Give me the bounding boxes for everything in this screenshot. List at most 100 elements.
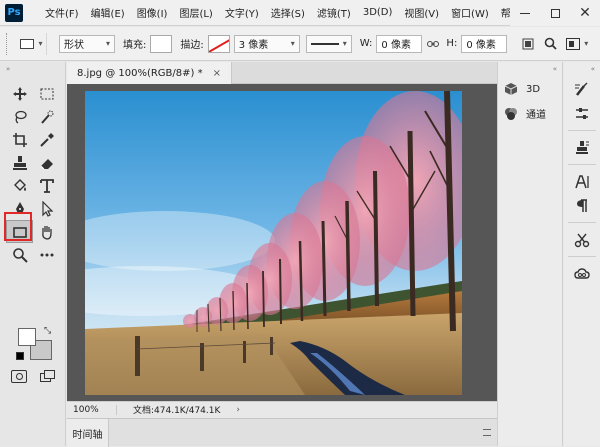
collapse-arrows-icon[interactable]: « <box>591 65 595 73</box>
close-window-button[interactable]: ✕ <box>570 0 600 26</box>
document-info: 文档:474.1K/474.1K <box>133 406 221 416</box>
channels-icon <box>505 107 517 120</box>
quick-mask-button[interactable] <box>11 370 27 383</box>
zoom-level[interactable]: 100% <box>67 404 117 415</box>
marquee-tool[interactable] <box>33 82 60 105</box>
dock-divider <box>568 164 596 165</box>
document-image[interactable] <box>85 91 462 395</box>
search-icon <box>544 37 557 50</box>
workspace-switcher[interactable]: ▾ <box>561 33 593 55</box>
path-operations-icon <box>522 38 534 49</box>
menu-select[interactable]: 选择(S) <box>265 5 311 20</box>
tool-presets-button[interactable] <box>572 230 592 250</box>
quick-mask-icon <box>15 373 23 380</box>
menu-3d[interactable]: 3D(D) <box>357 7 399 18</box>
character-panel-button[interactable] <box>572 172 592 192</box>
lasso-icon <box>14 110 27 124</box>
quick-selection-tool[interactable] <box>33 105 60 128</box>
menu-type[interactable]: 文字(Y) <box>219 5 265 20</box>
fill-label: 填充: <box>123 40 147 51</box>
sliders-icon <box>576 108 588 119</box>
options-bar: ▾ 形状 ▾ 填充: 描边: 3 像素 ▾ ▾ W: 0 像素 H: 0 像素 … <box>0 27 600 61</box>
screen-mode-button[interactable] <box>40 370 56 383</box>
photoshop-logo[interactable]: Ps <box>5 3 23 22</box>
path-selection-tool[interactable] <box>33 197 60 220</box>
stroke-type-preview <box>310 42 339 45</box>
collapse-arrows-icon[interactable]: » <box>6 65 10 73</box>
swap-colors-button[interactable]: ⤡ <box>44 326 51 336</box>
document-tab-title: 8.jpg @ 100%(RGB/8#) * <box>77 67 203 79</box>
chevron-down-icon: ▾ <box>290 39 295 48</box>
rectangle-icon <box>20 38 35 49</box>
eyedropper-tool[interactable] <box>33 128 60 151</box>
adjustments-button[interactable] <box>572 104 592 124</box>
canvas-area[interactable] <box>67 84 497 401</box>
menu-layer[interactable]: 图层(L) <box>173 5 218 20</box>
options-grip[interactable] <box>6 32 9 55</box>
stroke-width-select[interactable]: 3 像素 ▾ <box>233 34 300 53</box>
document-tab[interactable]: 8.jpg @ 100%(RGB/8#) * × <box>67 62 233 84</box>
stamp-icon <box>12 155 27 170</box>
menu-filter[interactable]: 滤镜(T) <box>311 5 357 20</box>
document-tab-bar: 8.jpg @ 100%(RGB/8#) * × <box>67 62 497 84</box>
more-tools-button[interactable] <box>33 243 60 266</box>
eraser-icon <box>40 158 53 169</box>
chevron-down-icon: ▾ <box>342 39 347 48</box>
panel-channels-label: 通道 <box>526 110 546 121</box>
libraries-button[interactable] <box>572 264 592 284</box>
lasso-tool[interactable] <box>6 105 33 128</box>
brush-settings-icon <box>575 82 588 96</box>
brush-settings-button[interactable] <box>572 80 592 100</box>
clone-source-button[interactable] <box>572 138 592 158</box>
path-operations-button[interactable] <box>517 33 539 55</box>
clone-source-icon <box>576 141 589 154</box>
paint-bucket-tool[interactable] <box>6 174 33 197</box>
stroke-swatch[interactable] <box>207 34 230 53</box>
menu-window[interactable]: 窗口(W) <box>445 5 495 20</box>
dock-divider <box>568 222 596 223</box>
stamp-tool[interactable] <box>6 151 33 174</box>
width-field[interactable]: 0 像素 <box>376 34 423 53</box>
timeline-menu-icon[interactable] <box>483 429 491 436</box>
zoom-tool[interactable] <box>6 243 33 266</box>
paragraph-panel-button[interactable] <box>572 196 592 216</box>
status-menu-arrow[interactable]: › <box>236 405 240 415</box>
tool-mode-select[interactable]: 形状 ▾ <box>59 34 115 53</box>
timeline-tab[interactable]: 时间轴 <box>67 419 109 447</box>
default-colors-button[interactable] <box>16 352 24 360</box>
hand-icon <box>41 225 52 240</box>
icon-dock: « <box>564 62 600 446</box>
cube-icon <box>504 83 518 95</box>
foreground-color-swatch[interactable] <box>18 328 36 346</box>
height-label: H: <box>446 38 458 49</box>
maximize-icon <box>550 8 560 18</box>
link-dimensions-button[interactable] <box>422 33 444 55</box>
dock-divider <box>568 130 596 131</box>
more-icon <box>40 253 53 256</box>
link-icon <box>427 40 440 47</box>
type-tool[interactable] <box>33 174 60 197</box>
eraser-tool[interactable] <box>33 151 60 174</box>
menu-edit[interactable]: 编辑(E) <box>85 5 131 20</box>
fill-swatch[interactable] <box>150 34 173 53</box>
hand-tool[interactable] <box>33 220 60 243</box>
menu-view[interactable]: 视图(V) <box>398 5 445 20</box>
search-button[interactable] <box>539 33 561 55</box>
panel-3d[interactable]: 3D <box>504 82 540 96</box>
panel-channels[interactable]: 通道 <box>504 106 546 121</box>
move-tool[interactable] <box>6 82 33 105</box>
minimize-icon <box>520 12 530 14</box>
crop-tool[interactable] <box>6 128 33 151</box>
minimize-button[interactable] <box>510 0 540 26</box>
stroke-type-select[interactable]: ▾ <box>305 34 352 53</box>
menu-image[interactable]: 图像(I) <box>131 5 174 20</box>
chevron-down-icon: ▾ <box>105 39 110 48</box>
height-field[interactable]: 0 像素 <box>461 34 508 53</box>
close-tab-icon[interactable]: × <box>213 68 221 79</box>
maximize-button[interactable] <box>540 0 570 26</box>
collapse-arrows-icon[interactable]: « <box>553 65 557 73</box>
stroke-width-value: 3 像素 <box>238 40 269 51</box>
menu-file[interactable]: 文件(F) <box>39 5 85 20</box>
landscape-photo <box>85 91 462 395</box>
tool-preset-picker[interactable]: ▾ <box>17 32 47 55</box>
